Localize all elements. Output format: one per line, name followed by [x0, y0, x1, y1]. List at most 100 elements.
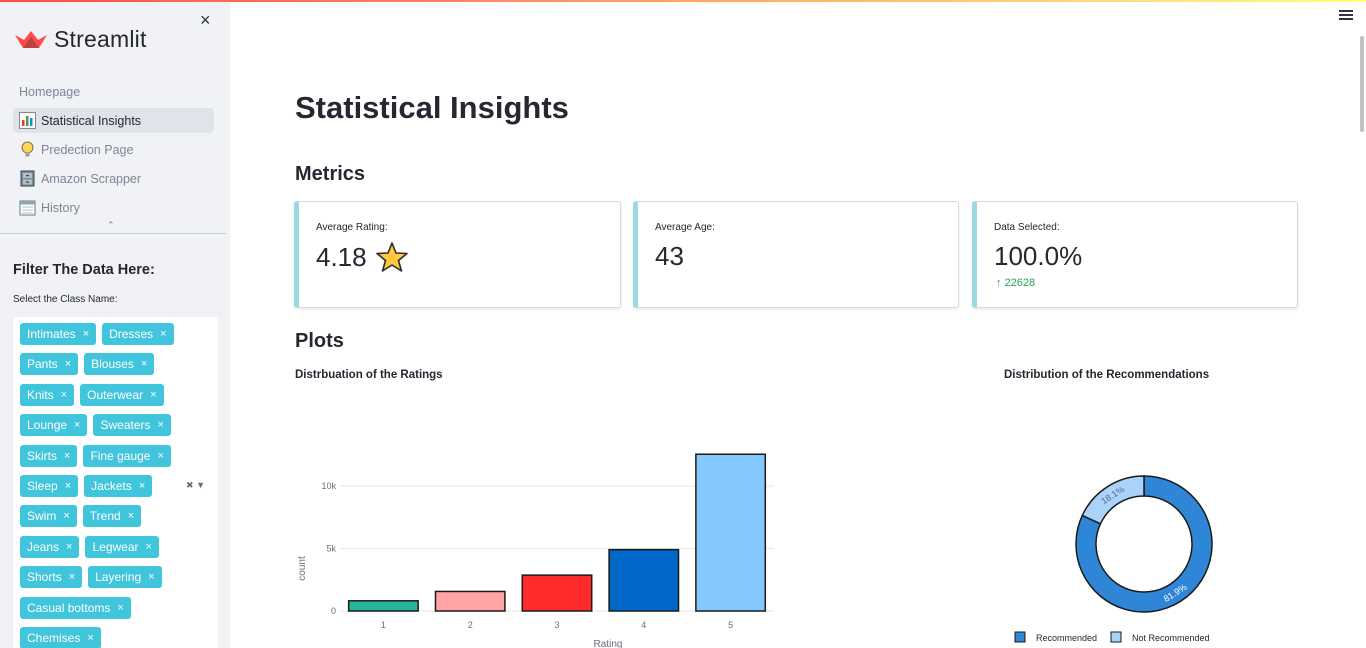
class-chip-label: Layering [95, 570, 142, 585]
class-chip[interactable]: Sweaters × [93, 414, 171, 437]
class-chip[interactable]: Chemises × [20, 626, 101, 648]
ratings-bar-chart[interactable]: 0 5k 10k 1 2 3 4 5 count Rating [290, 440, 790, 648]
bar-rating-2[interactable] [434, 590, 506, 612]
class-chip[interactable]: Shorts × [20, 566, 83, 589]
class-chip[interactable]: Pants × [20, 353, 79, 376]
nav-item-label: Predection Page [41, 142, 134, 157]
remove-chip-icon[interactable]: × [87, 632, 93, 644]
remove-chip-icon[interactable]: × [146, 541, 152, 553]
nav-item-history[interactable]: History [13, 195, 214, 220]
chevron-down-icon[interactable]: ▼ [196, 480, 205, 490]
class-chip-label: Shorts [27, 570, 62, 585]
legend-label[interactable]: Not Recommended [1132, 633, 1210, 643]
class-chip[interactable]: Jackets × [84, 474, 153, 497]
class-chip[interactable]: Fine gauge × [83, 444, 171, 467]
class-chip-label: Pants [27, 357, 58, 372]
class-chip-label: Jackets [91, 478, 132, 493]
class-chip[interactable]: Intimates × [20, 323, 97, 345]
remove-chip-icon[interactable]: × [64, 450, 70, 462]
streamlit-logo[interactable]: Streamlit [14, 26, 147, 53]
arrow-up-icon: ↑ [996, 277, 1002, 289]
class-chip-label: Blouses [91, 357, 134, 372]
class-chip[interactable]: Lounge × [20, 414, 88, 437]
legend-swatch [1014, 631, 1026, 643]
class-chip[interactable]: Knits × [20, 383, 75, 406]
metrics-header: Metrics [295, 163, 366, 185]
class-chip-label: Skirts [27, 448, 57, 463]
remove-chip-icon[interactable]: × [66, 541, 72, 553]
bar-rating-1[interactable] [347, 600, 419, 612]
remove-chip-icon[interactable]: × [65, 358, 71, 370]
hamburger-menu-icon[interactable] [1339, 10, 1353, 24]
nav-item-homepage[interactable]: Homepage [13, 79, 214, 104]
remove-chip-icon[interactable]: × [69, 571, 75, 583]
remove-chip-icon[interactable]: × [157, 450, 163, 462]
chip-row: Knits × Outerwear × [20, 383, 218, 413]
main-scrollbar[interactable] [1360, 36, 1364, 132]
y-tick-label: 0 [331, 606, 336, 616]
remove-chip-icon[interactable]: × [158, 419, 164, 431]
bar-rating-4[interactable] [608, 548, 680, 612]
class-chip[interactable]: Layering × [88, 566, 162, 589]
chip-row: Lounge × Sweaters × [20, 413, 218, 443]
nav-item-amazon-scrapper[interactable]: Amazon Scrapper [13, 166, 214, 191]
close-sidebar-button[interactable]: × [200, 10, 211, 31]
bar-rating-3[interactable] [521, 574, 593, 612]
class-chip[interactable]: Dresses × [102, 323, 174, 345]
x-tick-label: 2 [468, 620, 473, 630]
remove-chip-icon[interactable]: × [128, 510, 134, 522]
legend-label[interactable]: Recommended [1036, 633, 1097, 643]
sidebar: Streamlit × Homepage Statistical Insight… [0, 0, 230, 648]
metric-delta-value: 22628 [1004, 277, 1036, 289]
x-tick-label: 4 [641, 620, 646, 630]
filter-title: Filter The Data Here: [13, 262, 155, 278]
metric-card-average-rating: Average Rating: 4.18 [294, 201, 621, 308]
chip-row: Chemises × [20, 626, 218, 648]
class-chip[interactable]: Skirts × [20, 444, 78, 467]
nav-item-predection-page[interactable]: Predection Page [13, 137, 214, 162]
y-axis-label: count [297, 556, 308, 581]
remove-chip-icon[interactable]: × [117, 602, 123, 614]
star-icon [375, 242, 408, 272]
x-tick-label: 5 [728, 620, 733, 630]
metric-value-row: 100.0% [994, 241, 1082, 272]
metric-label: Average Age: [655, 222, 715, 233]
calendar-icon [19, 199, 36, 216]
metric-card-average-age: Average Age: 43 [633, 201, 959, 308]
class-select-label: Select the Class Name: [13, 294, 118, 305]
class-chip[interactable]: Legwear × [85, 535, 159, 558]
streamlit-crown-icon [15, 30, 47, 48]
class-chip-label: Casual bottoms [27, 600, 111, 615]
remove-chip-icon[interactable]: × [148, 571, 154, 583]
clear-all-icon[interactable]: ✖ [186, 480, 194, 490]
remove-chip-icon[interactable]: × [74, 419, 80, 431]
multiselect-controls[interactable]: ✖ ▼ [186, 480, 205, 491]
remove-chip-icon[interactable]: × [150, 389, 156, 401]
class-chip[interactable]: Sleep × [20, 474, 79, 497]
sidebar-divider [0, 233, 226, 234]
chip-row: Swim × Trend × [20, 504, 218, 534]
bar-rating-5[interactable] [695, 453, 767, 612]
recommendations-donut-chart[interactable]: 81.9%18.1%Recommended Not Recommended [1000, 460, 1290, 648]
remove-chip-icon[interactable]: × [139, 480, 145, 492]
remove-chip-icon[interactable]: × [63, 510, 69, 522]
cabinet-icon [19, 170, 36, 187]
class-chip[interactable]: Trend × [82, 505, 142, 528]
class-chip-label: Dresses [109, 327, 154, 341]
remove-chip-icon[interactable]: × [65, 480, 71, 492]
remove-chip-icon[interactable]: × [160, 328, 166, 340]
class-chip-label: Lounge [27, 418, 68, 433]
nav-item-statistical-insights[interactable]: Statistical Insights [13, 108, 214, 133]
class-name-multiselect[interactable]: ✖ ▼ Intimates × Dresses × Pants × Blouses × Knit… [13, 317, 218, 648]
remove-chip-icon[interactable]: × [141, 358, 147, 370]
class-chip[interactable]: Jeans × [20, 535, 80, 558]
collapse-nav-caret-icon[interactable]: ⌃ [107, 220, 115, 231]
class-chip[interactable]: Swim × [20, 505, 77, 528]
class-chip[interactable]: Casual bottoms × [20, 596, 131, 619]
class-chip[interactable]: Blouses × [84, 353, 155, 376]
remove-chip-icon[interactable]: × [61, 389, 67, 401]
class-chip[interactable]: Outerwear × [80, 383, 164, 406]
remove-chip-icon[interactable]: × [83, 328, 89, 340]
chip-row: Casual bottoms × [20, 596, 218, 626]
nav-item-label: Statistical Insights [41, 113, 142, 128]
